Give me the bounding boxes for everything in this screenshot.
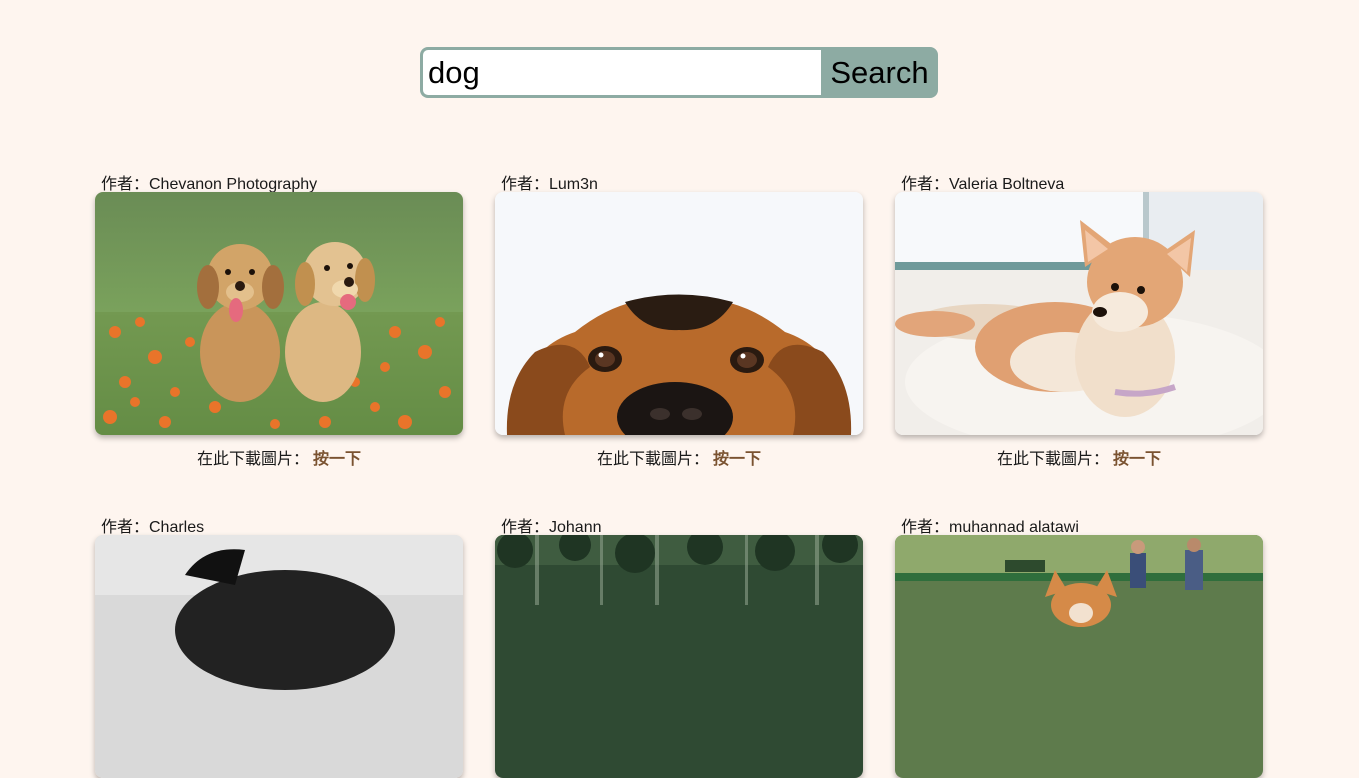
download-line: 在此下載圖片： 按一下 — [895, 445, 1263, 469]
search-button[interactable]: Search — [821, 47, 938, 98]
author-label: 作者：Johann — [501, 519, 602, 536]
download-link[interactable]: 按一下 — [1113, 451, 1161, 468]
forest-photo[interactable] — [495, 535, 863, 778]
download-link[interactable]: 按一下 — [713, 451, 761, 468]
download-link[interactable]: 按一下 — [313, 451, 361, 468]
dog-peeking-photo[interactable] — [495, 192, 863, 435]
author-label: 作者：Chevanon Photography — [101, 176, 318, 193]
golden-retriever-puppies-photo[interactable] — [95, 192, 463, 435]
author-label: 作者：Valeria Boltneva — [901, 176, 1065, 193]
search-bar: Search — [420, 47, 938, 98]
author-label: 作者：muhannad alatawi — [901, 519, 1079, 536]
download-line: 在此下載圖片： 按一下 — [495, 445, 863, 469]
black-dog-photo[interactable] — [95, 535, 463, 778]
download-label: 在此下載圖片： — [596, 451, 709, 468]
author-label: 作者：Lum3n — [501, 176, 598, 193]
corgi-in-park-photo[interactable] — [895, 535, 1263, 778]
shiba-inu-photo[interactable] — [895, 192, 1263, 435]
author-label: 作者：Charles — [101, 519, 205, 536]
search-input[interactable] — [420, 47, 821, 98]
download-label: 在此下載圖片： — [196, 451, 309, 468]
download-label: 在此下載圖片： — [996, 451, 1109, 468]
download-line: 在此下載圖片： 按一下 — [95, 445, 463, 469]
